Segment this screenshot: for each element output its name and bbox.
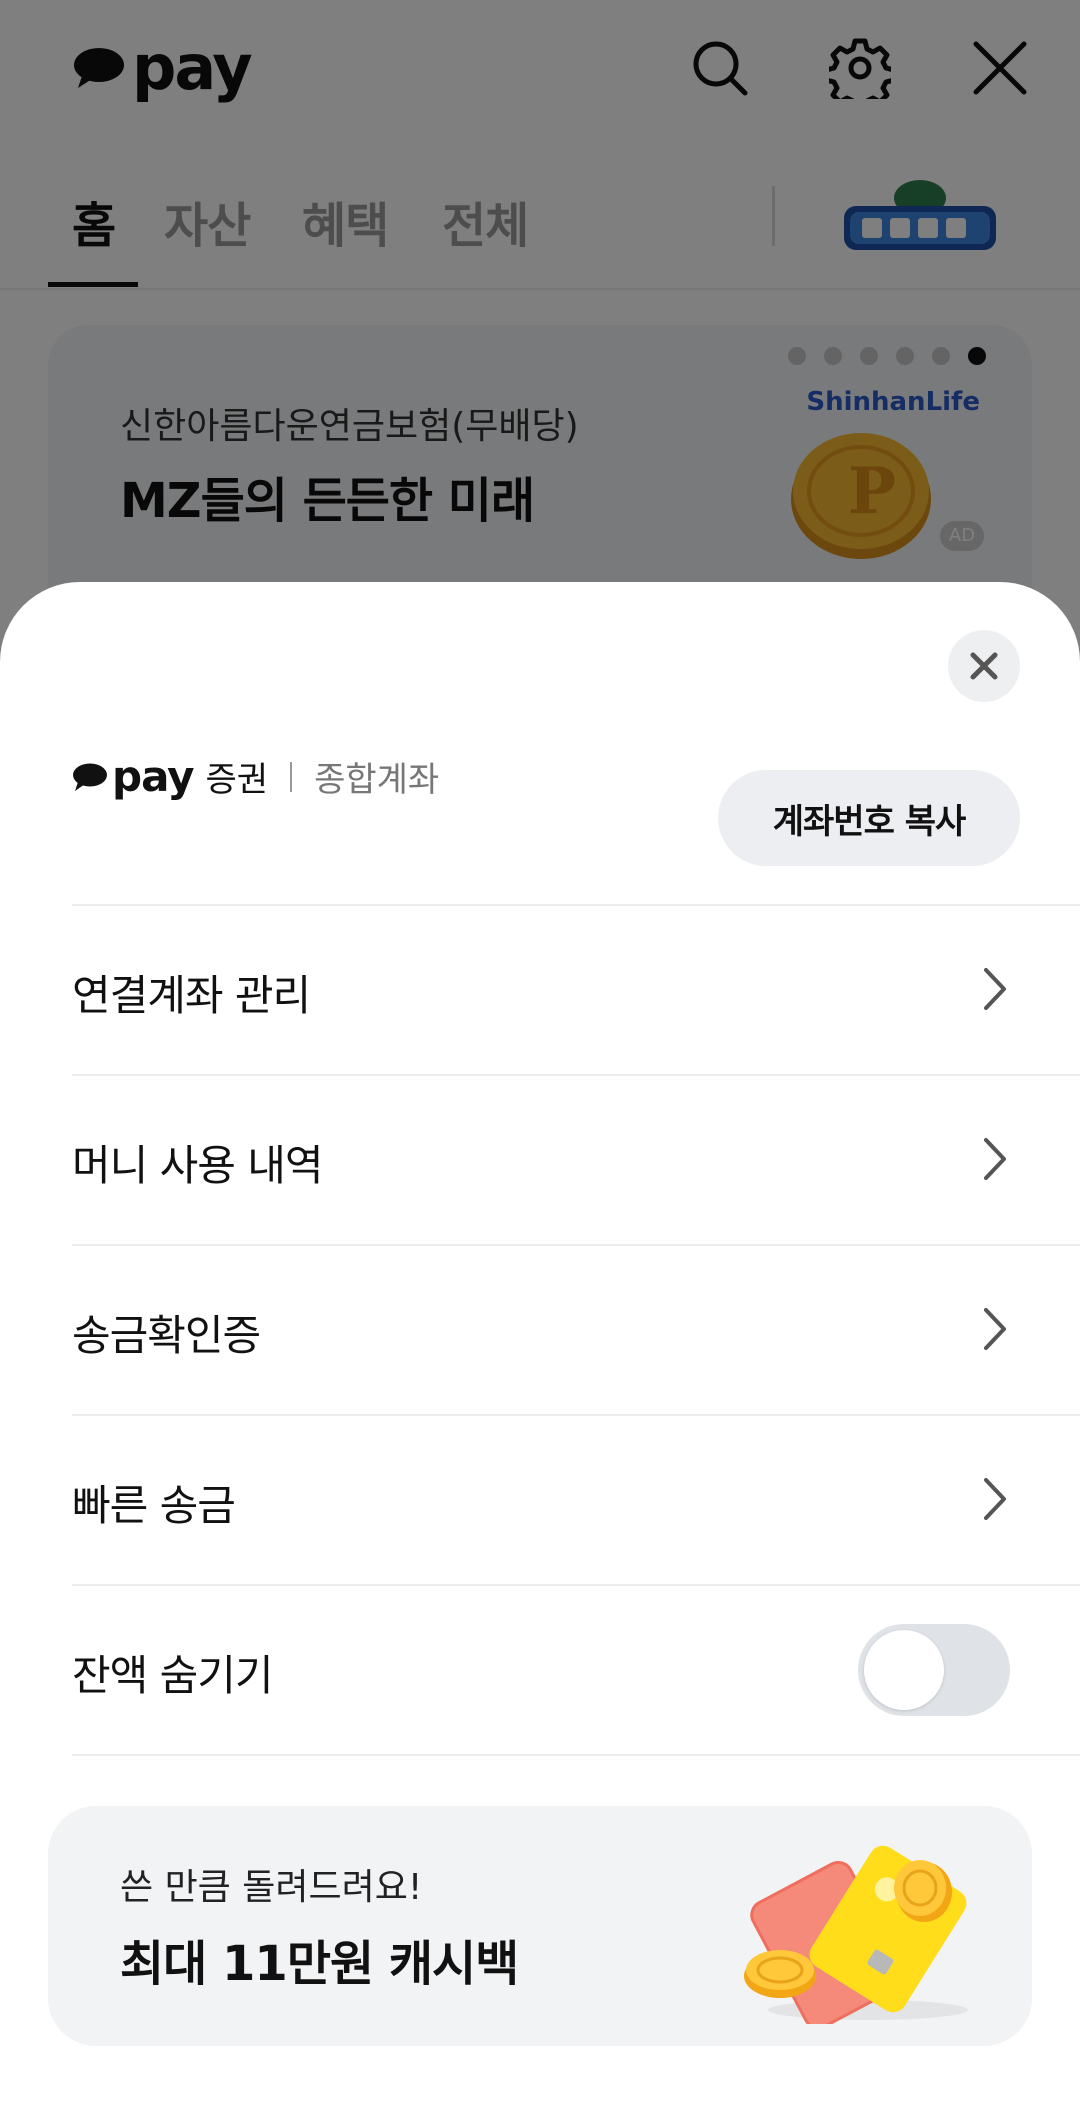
menu-item-label: 잔액 숨기기 (72, 1651, 274, 1700)
toggle-knob (864, 1630, 944, 1710)
account-service: 증권 (205, 760, 269, 800)
cards-and-coins-icon (744, 1845, 968, 2024)
divider (290, 761, 293, 792)
menu-item-label: 연결계좌 관리 (72, 971, 311, 1020)
menu-item-label: 빠른 송금 (72, 1481, 236, 1530)
account-type: 종합계좌 (314, 760, 440, 800)
chevron-right-icon (984, 1138, 1006, 1180)
menu-item-label: 머니 사용 내역 (72, 1141, 324, 1190)
hide-balance-toggle[interactable] (858, 1624, 1010, 1716)
chevron-right-icon (984, 1308, 1006, 1350)
promo-subtitle: 쓴 만큼 돌려드려요! (120, 1867, 423, 1908)
close-icon (970, 652, 998, 680)
account-info: pay 증권 종합계좌 (72, 752, 439, 801)
copy-account-number-button[interactable]: 계좌번호 복사 (718, 770, 1020, 866)
menu-item-quick-transfer[interactable]: 빠른 송금 (72, 1414, 1080, 1584)
account-menu: 연결계좌 관리 머니 사용 내역 송금확인증 빠른 송금 잔액 숨기기 (72, 904, 1080, 1756)
speech-bubble-icon (73, 763, 107, 791)
sheet-close-button[interactable] (948, 630, 1020, 702)
account-bottom-sheet: pay 증권 종합계좌 계좌번호 복사 연결계좌 관리 머니 사용 내역 송금확… (0, 582, 1080, 2116)
menu-item-transfer-receipt[interactable]: 송금확인증 (72, 1244, 1080, 1414)
cashback-promo-banner[interactable]: 쓴 만큼 돌려드려요! 최대 11만원 캐시백 (48, 1806, 1032, 2046)
menu-item-hide-balance: 잔액 숨기기 (72, 1584, 1080, 1756)
menu-item-label: 송금확인증 (72, 1311, 261, 1360)
chevron-right-icon (984, 1478, 1006, 1520)
menu-item-linked-account[interactable]: 연결계좌 관리 (72, 904, 1080, 1074)
promo-title: 최대 11만원 캐시백 (120, 1936, 519, 1992)
menu-item-money-history[interactable]: 머니 사용 내역 (72, 1074, 1080, 1244)
account-brand: pay (112, 752, 194, 801)
chevron-right-icon (984, 968, 1006, 1010)
